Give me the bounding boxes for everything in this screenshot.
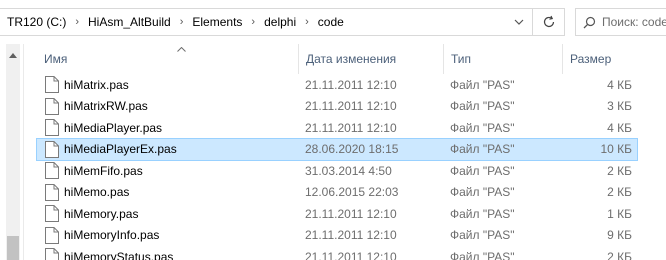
- file-icon: [45, 76, 59, 93]
- file-name: hiMemoryStatus.pas: [64, 249, 174, 260]
- file-date: 21.11.2011 12:10: [305, 120, 397, 135]
- scroll-up-icon[interactable]: [6, 48, 20, 62]
- file-icon: [45, 162, 59, 179]
- breadcrumb-item-elements[interactable]: Elements: [189, 15, 245, 29]
- file-name: hiMemory.pas: [64, 206, 139, 221]
- file-size: 3 КБ: [607, 99, 632, 114]
- column-size-label: Размер: [570, 52, 612, 66]
- breadcrumb-item-hiasm[interactable]: HiAsm_AltBuild: [85, 15, 174, 29]
- file-date: 21.11.2011 12:10: [305, 228, 397, 243]
- column-name-label: Имя: [44, 52, 68, 66]
- file-name: hiMemoryInfo.pas: [64, 228, 160, 243]
- file-size: 10 КБ: [600, 142, 632, 157]
- column-header-date[interactable]: Дата изменения: [299, 44, 444, 74]
- file-size: 4 КБ: [607, 77, 632, 92]
- sort-ascending-icon: [177, 44, 186, 54]
- file-type: Файл "PAS": [450, 185, 515, 200]
- file-icon: [45, 140, 59, 158]
- column-header: Имя Дата изменения Тип Размер: [24, 44, 666, 74]
- file-type: Файл "PAS": [450, 99, 515, 114]
- file-row[interactable]: hiMemory.pas 21.11.2011 12:10 Файл "PAS" 1 …: [37, 203, 637, 225]
- file-name: hiMediaPlayer.pas: [64, 120, 163, 135]
- file-size: 1 КБ: [607, 206, 632, 221]
- file-date: 21.11.2011 12:10: [305, 99, 397, 114]
- navigation-scrollbar[interactable]: [6, 44, 20, 260]
- breadcrumb-item-code[interactable]: code: [315, 15, 347, 29]
- file-type: Файл "PAS": [450, 206, 515, 221]
- file-row[interactable]: hiMediaPlayerEx.pas 28.06.2020 18:15 Файл …: [36, 137, 638, 161]
- file-date: 31.03.2014 4:50: [305, 163, 392, 178]
- navigation-pane: [0, 44, 24, 260]
- column-header-type[interactable]: Тип: [444, 44, 563, 74]
- file-row[interactable]: hiMemFifo.pas 31.03.2014 4:50 Файл "PAS" 2 …: [37, 160, 637, 182]
- scrollbar-thumb[interactable]: [7, 236, 19, 260]
- file-list: hiMatrix.pas 21.11.2011 12:10 Файл "PAS" 4 …: [36, 74, 638, 260]
- chevron-down-icon[interactable]: [505, 9, 532, 35]
- file-icon: [45, 248, 59, 260]
- refresh-icon: [543, 15, 554, 28]
- file-icon: [45, 183, 59, 201]
- file-size: 9 КБ: [607, 228, 632, 243]
- search-placeholder: Поиск: code: [602, 15, 666, 29]
- breadcrumb-item-delphi[interactable]: delphi: [261, 15, 299, 29]
- search-icon: [576, 16, 602, 29]
- file-type: Файл "PAS": [450, 249, 515, 260]
- file-icon: [45, 226, 59, 244]
- file-name: hiMediaPlayerEx.pas: [64, 142, 177, 157]
- file-date: 28.06.2020 18:15: [305, 142, 399, 157]
- file-type: Файл "PAS": [450, 120, 515, 135]
- column-date-label: Дата изменения: [306, 52, 397, 66]
- file-type: Файл "PAS": [450, 228, 515, 243]
- file-icon: [45, 119, 59, 136]
- column-header-name[interactable]: Имя: [37, 44, 299, 74]
- refresh-button[interactable]: [533, 8, 565, 36]
- file-name: hiMatrixRW.pas: [64, 99, 148, 114]
- file-size: 2 КБ: [607, 249, 632, 260]
- file-name: hiMemFifo.pas: [64, 163, 143, 178]
- file-row[interactable]: hiMediaPlayer.pas 21.11.2011 12:10 Файл "P…: [37, 117, 637, 139]
- file-row[interactable]: hiMatrix.pas 21.11.2011 12:10 Файл "PAS" 4 …: [37, 74, 637, 96]
- file-row[interactable]: hiMemo.pas 12.06.2015 22:03 Файл "PAS" 2 КБ: [37, 182, 637, 204]
- breadcrumb-separator-icon[interactable]: ›: [245, 16, 261, 28]
- file-row[interactable]: hiMemoryStatus.pas 21.11.2011 12:10 Файл "…: [37, 246, 637, 260]
- column-type-label: Тип: [451, 52, 472, 66]
- address-row: TR120 (C:) › HiAsm_AltBuild › Elements ›…: [0, 0, 666, 44]
- breadcrumb-separator-icon[interactable]: ›: [299, 16, 315, 28]
- address-bar[interactable]: TR120 (C:) › HiAsm_AltBuild › Elements ›…: [0, 8, 533, 36]
- breadcrumb-item-drive[interactable]: TR120 (C:): [4, 15, 69, 29]
- file-date: 21.11.2011 12:10: [305, 77, 397, 92]
- file-name: hiMatrix.pas: [64, 77, 129, 92]
- column-header-size[interactable]: Размер: [563, 44, 666, 74]
- file-icon: [45, 205, 59, 222]
- file-date: 21.11.2011 12:10: [305, 206, 397, 221]
- file-type: Файл "PAS": [450, 163, 515, 178]
- file-type: Файл "PAS": [450, 142, 515, 157]
- file-size: 2 КБ: [607, 163, 632, 178]
- file-icon: [45, 97, 59, 115]
- breadcrumb: TR120 (C:) › HiAsm_AltBuild › Elements ›…: [4, 9, 347, 35]
- file-row[interactable]: hiMatrixRW.pas 21.11.2011 12:10 Файл "PAS"…: [37, 96, 637, 118]
- file-date: 12.06.2015 22:03: [305, 185, 399, 200]
- breadcrumb-separator-icon[interactable]: ›: [174, 16, 190, 28]
- file-type: Файл "PAS": [450, 77, 515, 92]
- file-row[interactable]: hiMemoryInfo.pas 21.11.2011 12:10 Файл "PA…: [37, 225, 637, 247]
- search-input[interactable]: Поиск: code: [575, 8, 666, 36]
- breadcrumb-separator-icon[interactable]: ›: [69, 16, 85, 28]
- file-size: 2 КБ: [607, 185, 632, 200]
- file-size: 4 КБ: [607, 120, 632, 135]
- file-date: 21.11.2011 12:10: [305, 249, 397, 260]
- file-name: hiMemo.pas: [64, 185, 130, 200]
